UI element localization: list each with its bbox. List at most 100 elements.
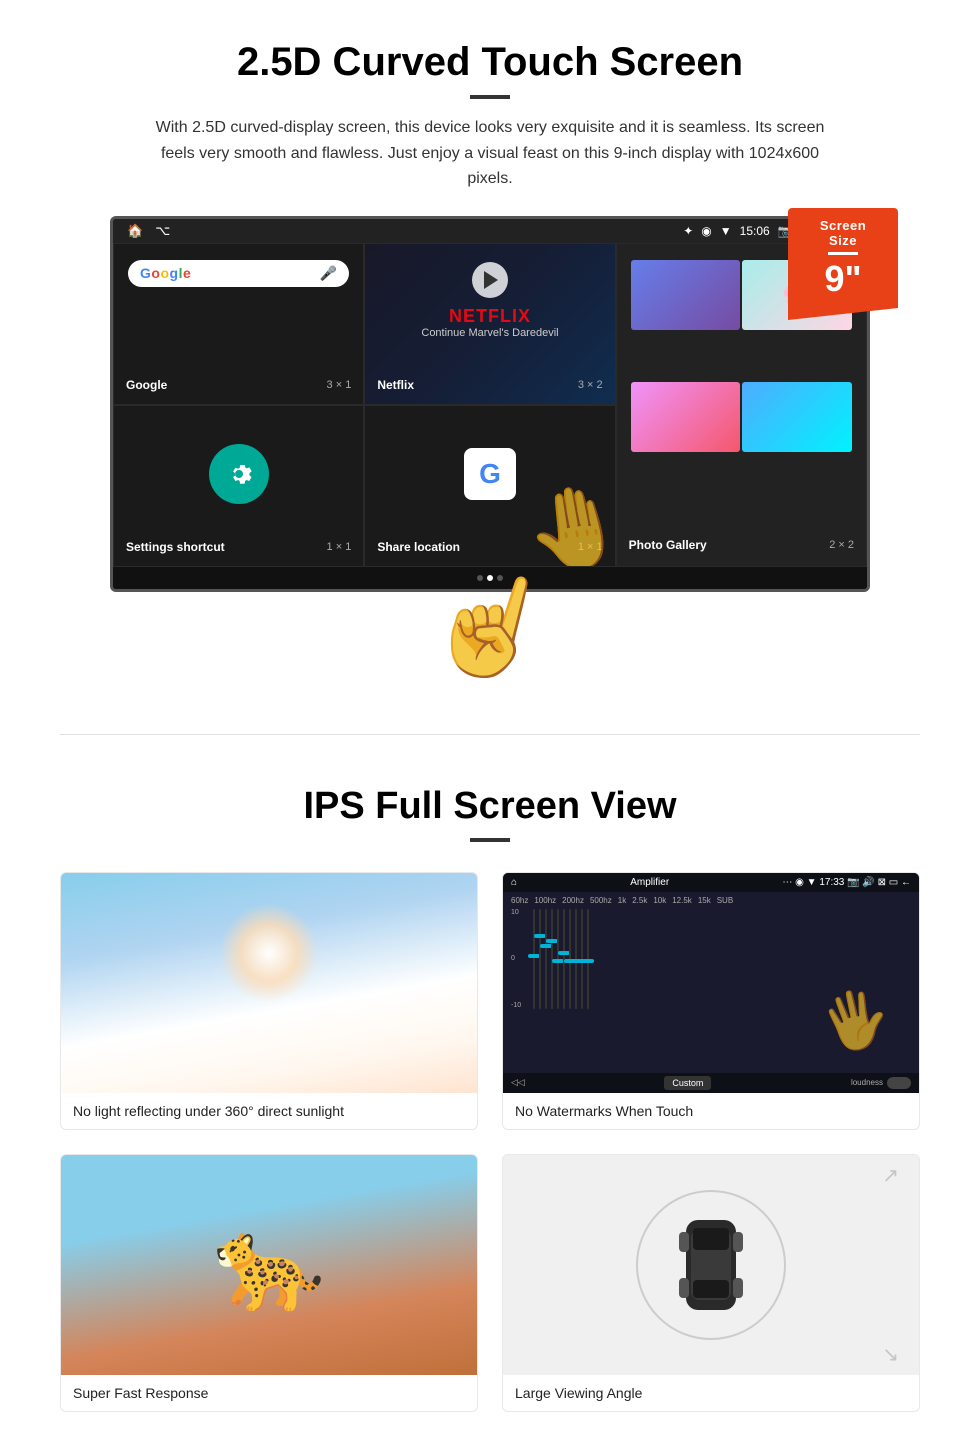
loudness-toggle[interactable]: loudness (851, 1077, 911, 1089)
play-icon (484, 271, 498, 289)
gallery-tile-name: Photo Gallery (629, 538, 707, 552)
section1-title: 2.5D Curved Touch Screen (60, 40, 920, 85)
status-bar: 🏠 ⌥ ✦ ◉ ▼ 15:06 📷 🔊 ⊠ ▭ (113, 219, 867, 243)
android-screen: 🏠 ⌥ ✦ ◉ ▼ 15:06 📷 🔊 ⊠ ▭ (110, 216, 870, 592)
sunlight-caption: No light reflecting under 360° direct su… (61, 1093, 477, 1129)
play-button[interactable] (472, 262, 508, 298)
car-circle (636, 1190, 786, 1340)
screen-size-badge: Screen Size 9" (788, 208, 898, 309)
section-separator (60, 734, 920, 735)
status-bar-left: 🏠 ⌥ (127, 223, 170, 239)
sky-image (61, 873, 477, 1093)
google-tile-footer: Google 3 × 1 (122, 372, 355, 396)
eq-db-labels: 100-10 (511, 909, 531, 1009)
eq-thumb-10[interactable] (582, 959, 594, 963)
netflix-tile[interactable]: NETFLIX Continue Marvel's Daredevil Netf… (364, 243, 615, 405)
netflix-tile-size: 3 × 2 (578, 379, 603, 391)
settings-tile-footer: Settings shortcut 1 × 1 (122, 534, 355, 558)
eq-slider-col-5 (557, 909, 559, 1009)
eq-screen: ⌂ Amplifier ⋯ ◉ ▼ 17:33 📷 🔊 ⊠ ▭ ← 60hz10… (503, 873, 919, 1093)
eq-home-icon: ⌂ (511, 877, 517, 888)
settings-tile-size: 1 × 1 (327, 541, 352, 553)
custom-button[interactable]: Custom (664, 1076, 711, 1090)
car-caption: Large Viewing Angle (503, 1375, 919, 1411)
google-tile[interactable]: Google 🎤 Google 3 × 1 (113, 243, 364, 405)
google-tile-name: Google (126, 378, 167, 392)
mic-icon[interactable]: 🎤 (320, 265, 337, 282)
google-tile-size: 3 × 1 (327, 379, 352, 391)
maps-g-letter: G (479, 458, 501, 490)
netflix-tile-name: Netflix (377, 378, 414, 392)
eq-track-1 (533, 909, 535, 1009)
netflix-tile-footer: Netflix 3 × 2 (373, 372, 606, 396)
maps-icon: G (464, 448, 516, 500)
eq-back-icon: ◁◁ (511, 1077, 525, 1088)
netflix-subtitle: Continue Marvel's Daredevil (421, 327, 558, 339)
eq-slider-col-1 (533, 909, 535, 1009)
location-icon: ◉ (701, 224, 711, 238)
cheetah-card: 🐆 Super Fast Response (60, 1154, 478, 1412)
netflix-logo: NETFLIX (449, 306, 531, 327)
car-top-icon (671, 1200, 751, 1330)
eq-band-labels: 60hz100hz200hz500hz1k2.5k10k12.5k15kSUB (503, 892, 919, 909)
touch-hand-section: ☝ (60, 567, 920, 684)
sun-glow (219, 903, 319, 1003)
eq-card: ⌂ Amplifier ⋯ ◉ ▼ 17:33 📷 🔊 ⊠ ▭ ← 60hz10… (502, 872, 920, 1130)
eq-slider-col-10 (587, 909, 589, 1009)
section2-divider (470, 838, 510, 842)
eq-caption: No Watermarks When Touch (503, 1093, 919, 1129)
section1-divider (470, 95, 510, 99)
google-logo: Google (140, 265, 191, 281)
home-icon[interactable]: 🏠 (127, 223, 143, 239)
eq-title: Amplifier (630, 877, 669, 888)
netflix-tile-inner: NETFLIX Continue Marvel's Daredevil Netf… (365, 244, 614, 404)
section1-description: With 2.5D curved-display screen, this de… (150, 115, 830, 192)
share-tile-name: Share location (377, 540, 460, 554)
eq-track-2 (539, 909, 541, 1009)
cheetah-caption: Super Fast Response (61, 1375, 477, 1411)
settings-tile[interactable]: Settings shortcut 1 × 1 (113, 405, 364, 567)
share-location-inner: G 🤚 Share location 1 × 1 (365, 406, 614, 566)
eq-slider-area: 100-10 (503, 909, 919, 1009)
eq-header: ⌂ Amplifier ⋯ ◉ ▼ 17:33 📷 🔊 ⊠ ▭ ← (503, 873, 919, 892)
loudness-toggle-pill[interactable] (887, 1077, 911, 1089)
settings-tile-name: Settings shortcut (126, 540, 225, 554)
cheetah-image: 🐆 (61, 1155, 477, 1375)
usb-icon: ⌥ (155, 223, 170, 239)
google-tile-inner: Google 🎤 Google 3 × 1 (114, 244, 363, 404)
sunlight-card: No light reflecting under 360° direct su… (60, 872, 478, 1130)
gallery-tile-size: 2 × 2 (829, 539, 854, 551)
settings-icon-wrap (122, 414, 355, 534)
badge-label: Screen Size (806, 218, 880, 248)
eq-track-10 (587, 909, 589, 1009)
eq-icons: ⋯ ◉ ▼ 17:33 📷 🔊 ⊠ ▭ ← (782, 877, 911, 888)
google-search-bar[interactable]: Google 🎤 (128, 260, 349, 287)
car-image: ↗ ↘ (503, 1155, 919, 1375)
touch-hand-icon: ☝ (415, 553, 566, 698)
badge-size: 9" (806, 259, 880, 299)
netflix-overlay: NETFLIX Continue Marvel's Daredevil (373, 252, 606, 349)
hand-pointing-icon: 🤚 (518, 474, 616, 567)
loudness-label: loudness (851, 1078, 883, 1087)
share-location-tile[interactable]: G 🤚 Share location 1 × 1 (364, 405, 615, 567)
status-time: 15:06 (740, 224, 770, 238)
section-ips: IPS Full Screen View No light reflecting… (0, 755, 980, 1452)
eq-track-5 (557, 909, 559, 1009)
gear-icon (221, 456, 257, 492)
gallery-item-3 (742, 382, 852, 452)
gallery-tile-footer: Photo Gallery 2 × 2 (625, 532, 858, 556)
gallery-item-2 (631, 382, 741, 452)
app-grid: Google 🎤 Google 3 × 1 (113, 243, 867, 567)
eq-slider-col-3 (545, 909, 547, 1009)
wifi-icon: ▼ (720, 224, 732, 238)
screen-mockup: Screen Size 9" 🏠 ⌥ ✦ ◉ ▼ 15:06 📷 🔊 ⊠ (110, 216, 870, 592)
car-card: ↗ ↘ Large Viewing Angle (502, 1154, 920, 1412)
bluetooth-icon: ✦ (683, 224, 693, 238)
settings-circle (209, 444, 269, 504)
eq-footer: ◁◁ Custom loudness (503, 1073, 919, 1093)
section2-title: IPS Full Screen View (60, 785, 920, 828)
gallery-item-1 (631, 260, 741, 330)
settings-tile-inner: Settings shortcut 1 × 1 (114, 406, 363, 566)
cheetah-icon: 🐆 (213, 1212, 325, 1317)
angle-arrow-1: ↗ (882, 1163, 899, 1188)
